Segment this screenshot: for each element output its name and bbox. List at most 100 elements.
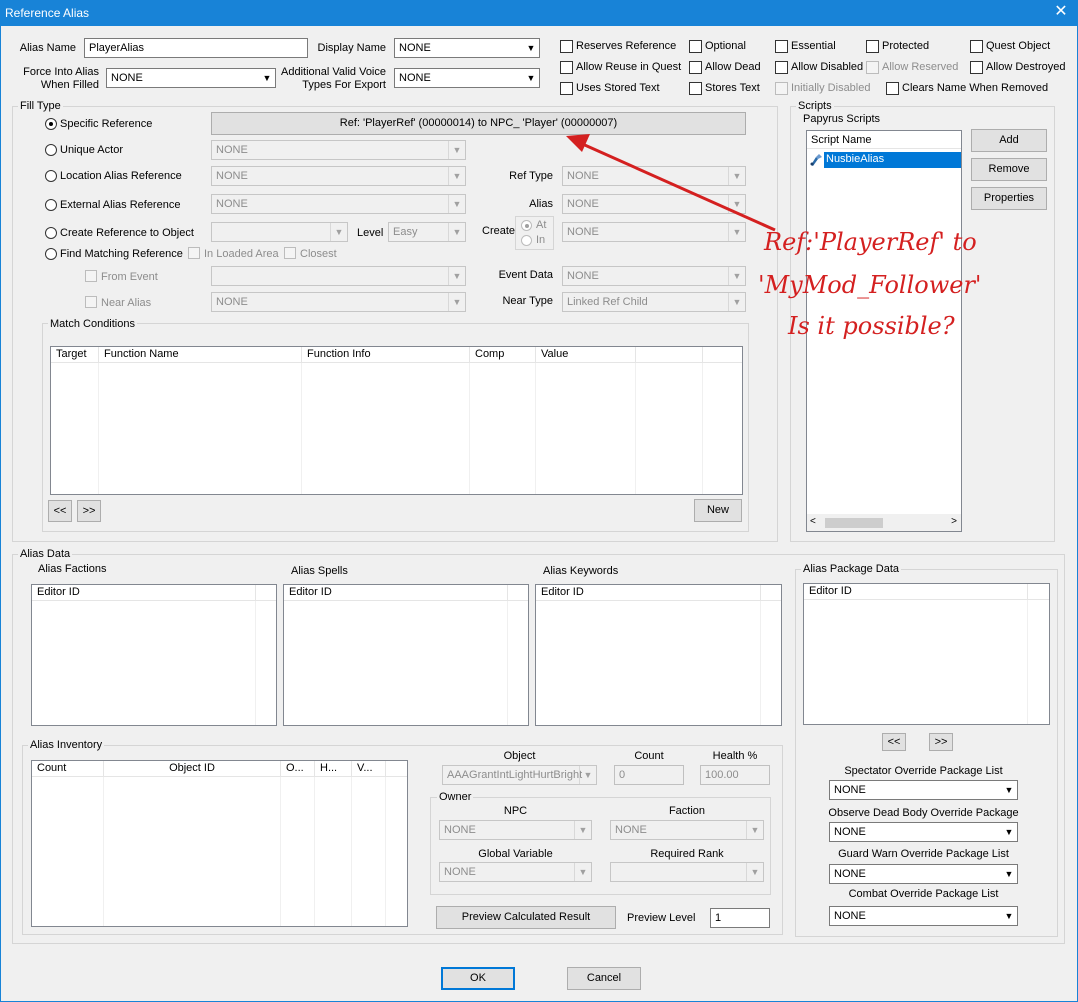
create-at-radio[interactable]	[521, 220, 532, 231]
health-input[interactable]: 100.00	[700, 765, 770, 785]
scroll-left-icon[interactable]: <	[810, 516, 816, 527]
unique-actor-select[interactable]: NONE ▼	[211, 140, 466, 160]
display-name-select[interactable]: NONE ▼	[394, 38, 540, 58]
essential-checkbox[interactable]	[775, 40, 788, 53]
reserves-reference-checkbox[interactable]	[560, 40, 573, 53]
protected-checkbox[interactable]	[866, 40, 879, 53]
allow-dead-checkbox[interactable]	[689, 61, 702, 74]
closest-checkbox[interactable]	[284, 247, 296, 259]
preview-level-input[interactable]: 1	[710, 908, 770, 928]
from-event-select[interactable]: ▼	[211, 266, 466, 286]
scroll-right-icon[interactable]: >	[951, 516, 957, 527]
match-next-button[interactable]: >>	[77, 500, 101, 522]
column-comp[interactable]: Comp	[470, 347, 536, 363]
find-matching-radio[interactable]	[45, 248, 57, 260]
voice-types-select[interactable]: NONE ▼	[394, 68, 540, 88]
near-alias-select[interactable]: NONE ▼	[211, 292, 466, 312]
create-object-select[interactable]: ▼	[211, 222, 348, 242]
stores-text-checkbox[interactable]	[689, 82, 702, 95]
column-health[interactable]: H...	[315, 761, 352, 777]
specific-reference-radio[interactable]	[45, 118, 57, 130]
column-count[interactable]: Count	[32, 761, 104, 777]
spectator-select[interactable]: NONE ▼	[829, 780, 1018, 800]
in-loaded-area-checkbox[interactable]	[188, 247, 200, 259]
external-alias-radio[interactable]	[45, 199, 57, 211]
object-select[interactable]: AAAGrantIntLightHurtBright ▼	[442, 765, 597, 785]
count-input[interactable]: 0	[614, 765, 684, 785]
scripts-hscrollbar[interactable]: < >	[807, 514, 961, 531]
match-prev-button[interactable]: <<	[48, 500, 72, 522]
column-value[interactable]: V...	[352, 761, 386, 777]
near-alias-checkbox[interactable]	[85, 296, 97, 308]
event-data-select[interactable]: NONE ▼	[562, 266, 746, 286]
initially-disabled-checkbox[interactable]	[775, 82, 788, 95]
column-script-name[interactable]: Script Name	[807, 131, 961, 149]
script-remove-button[interactable]: Remove	[971, 158, 1047, 181]
optional-checkbox[interactable]	[689, 40, 702, 53]
column-function-name[interactable]: Function Name	[99, 347, 302, 363]
alias-factions-list[interactable]: Editor ID	[31, 584, 277, 726]
npc-select[interactable]: NONE ▼	[439, 820, 592, 840]
close-icon[interactable]: ✕	[1050, 2, 1072, 22]
near-alias-label: Near Alias	[101, 297, 152, 309]
level-select[interactable]: Easy ▼	[388, 222, 466, 242]
ok-button[interactable]: OK	[441, 967, 515, 990]
global-variable-value: NONE	[444, 866, 476, 878]
required-rank-select[interactable]: ▼	[610, 862, 764, 882]
uses-stored-text-label: Uses Stored Text	[576, 82, 660, 94]
level-label: Level	[357, 227, 384, 239]
create-reference-radio[interactable]	[45, 227, 57, 239]
script-add-button[interactable]: Add	[971, 129, 1047, 152]
alias-name-input[interactable]: PlayerAlias	[84, 38, 308, 58]
required-rank-label: Required Rank	[650, 848, 724, 860]
faction-select[interactable]: NONE ▼	[610, 820, 764, 840]
package-next-button[interactable]: >>	[929, 733, 953, 751]
column-editor-id[interactable]: Editor ID	[804, 584, 1028, 600]
location-alias-radio[interactable]	[45, 170, 57, 182]
unique-actor-radio[interactable]	[45, 144, 57, 156]
quest-object-checkbox[interactable]	[970, 40, 983, 53]
chevron-down-icon: ▼	[746, 863, 763, 881]
guard-warn-select[interactable]: NONE ▼	[829, 864, 1018, 884]
near-type-select[interactable]: Linked Ref Child ▼	[562, 292, 746, 312]
uses-stored-text-checkbox[interactable]	[560, 82, 573, 95]
create-at-label: At	[536, 219, 547, 231]
cancel-button[interactable]: Cancel	[567, 967, 641, 990]
create-in-radio[interactable]	[521, 235, 532, 246]
alias-keywords-list[interactable]: Editor ID	[535, 584, 782, 726]
preview-calculated-button[interactable]: Preview Calculated Result	[436, 906, 616, 929]
column-editor-id[interactable]: Editor ID	[536, 585, 761, 601]
global-variable-select[interactable]: NONE ▼	[439, 862, 592, 882]
package-prev-button[interactable]: <<	[882, 733, 906, 751]
column-editor-id[interactable]: Editor ID	[284, 585, 508, 601]
allow-reserved-checkbox[interactable]	[866, 61, 879, 74]
column-object-id[interactable]: Object ID	[104, 761, 281, 777]
location-alias-select[interactable]: NONE ▼	[211, 166, 466, 186]
match-new-button[interactable]: New	[694, 499, 742, 522]
script-properties-button[interactable]: Properties	[971, 187, 1047, 210]
match-conditions-list[interactable]: Target Function Name Function Info Comp …	[50, 346, 743, 495]
column-empty	[636, 347, 703, 363]
alias-spells-list[interactable]: Editor ID	[283, 584, 529, 726]
annotation-arrow	[566, 134, 776, 232]
column-function-info[interactable]: Function Info	[302, 347, 470, 363]
inventory-list[interactable]: Count Object ID O... H... V...	[31, 760, 408, 927]
clears-name-checkbox[interactable]	[886, 82, 899, 95]
script-item-nusbiealias[interactable]: NusbieAlias	[824, 152, 961, 168]
allow-destroyed-checkbox[interactable]	[970, 61, 983, 74]
alias-package-list[interactable]: Editor ID	[803, 583, 1050, 725]
force-into-alias-select[interactable]: NONE ▼	[106, 68, 276, 88]
allow-disabled-checkbox[interactable]	[775, 61, 788, 74]
script-icon	[809, 153, 823, 167]
external-alias-select[interactable]: NONE ▼	[211, 194, 466, 214]
observe-dead-body-select[interactable]: NONE ▼	[829, 822, 1018, 842]
column-owner[interactable]: O...	[281, 761, 315, 777]
column-target[interactable]: Target	[51, 347, 99, 363]
from-event-checkbox[interactable]	[85, 270, 97, 282]
column-value[interactable]: Value	[536, 347, 636, 363]
allow-reuse-checkbox[interactable]	[560, 61, 573, 74]
combat-override-select[interactable]: NONE ▼	[829, 906, 1018, 926]
voice-types-label-2: Types For Export	[302, 79, 386, 91]
column-editor-id[interactable]: Editor ID	[32, 585, 256, 601]
scroll-thumb[interactable]	[825, 518, 883, 528]
